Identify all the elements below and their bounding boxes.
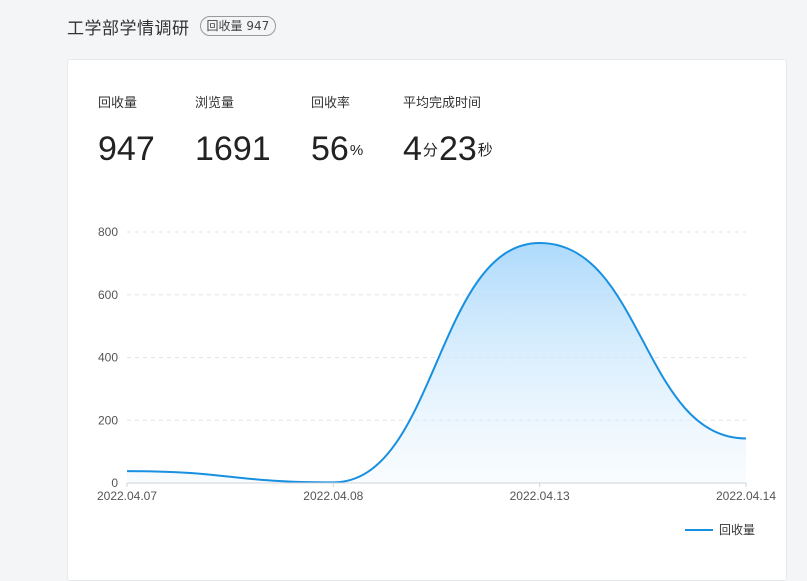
y-tick-label: 200 <box>98 413 118 427</box>
page-header: 工学部学情调研 回收量 947 <box>67 14 277 39</box>
legend-label: 回收量 <box>719 523 755 537</box>
x-tick-label: 2022.04.07 <box>97 489 157 503</box>
x-tick-label: 2022.04.14 <box>716 489 776 503</box>
chart-legend: 回收量 <box>685 523 755 537</box>
response-count-badge: 回收量 947 <box>199 16 277 36</box>
responses-area-chart: 0 200 400 600 800 2022.04.07 2022.04.08 2022.0… <box>97 225 776 537</box>
stats-card: 回收量 947 浏览量 1691 回收率 56% 平均完成时间 4分23秒 02… <box>67 59 787 581</box>
y-tick-label: 400 <box>98 351 118 365</box>
x-tick-label: 2022.04.08 <box>303 489 363 503</box>
page-title: 工学部学情调研 <box>67 18 190 39</box>
y-tick-label: 0 <box>111 476 118 490</box>
x-tick-label: 2022.04.13 <box>510 489 570 503</box>
y-tick-label: 600 <box>98 288 118 302</box>
y-tick-label: 800 <box>98 225 118 239</box>
